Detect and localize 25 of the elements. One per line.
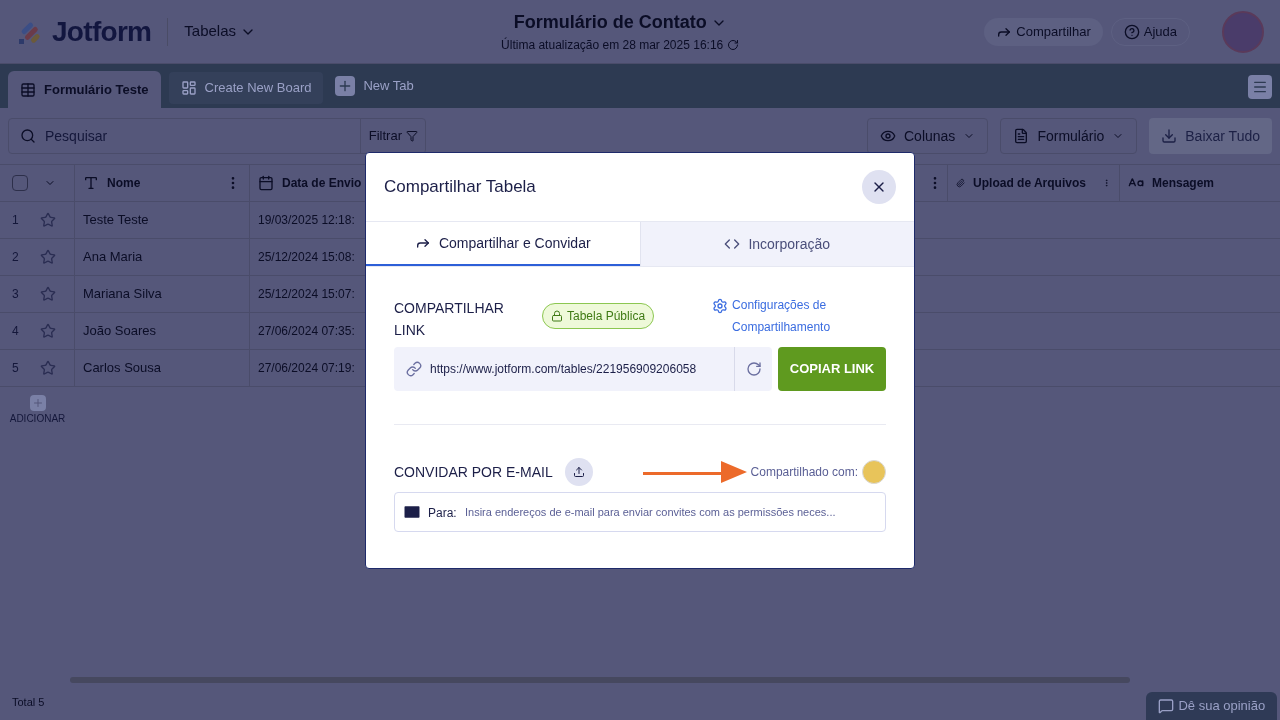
row-number: 2 bbox=[12, 249, 20, 266]
public-badge: Tabela Pública bbox=[542, 303, 655, 329]
form-title: Formulário de Contato bbox=[513, 11, 707, 34]
section-heading: COMPARTILHAR LINK bbox=[394, 299, 505, 340]
table-cell-text: Mariana Silva bbox=[83, 285, 162, 304]
last-updated-text: Última atualização em 28 mar 2025 16:16 bbox=[501, 36, 724, 54]
row-number: 1 bbox=[12, 212, 20, 229]
table-cell-text: 19/03/2025 12:18: bbox=[258, 212, 355, 229]
total-count: Total 5 bbox=[12, 694, 45, 710]
table-cell-text: 27/06/2024 07:19: bbox=[258, 360, 355, 377]
table-cell-text: 25/12/2024 15:07: bbox=[258, 286, 355, 303]
table-cell-text: 25/12/2024 15:08: bbox=[258, 249, 355, 266]
row-number: 3 bbox=[12, 286, 20, 303]
table-cell-text: Ana Maria bbox=[83, 248, 143, 267]
table-cell-text: 27/06/2024 07:35: bbox=[258, 323, 355, 340]
shared-with-label: Compartilhado com: bbox=[750, 464, 858, 481]
table-cell-text: João Soares bbox=[83, 322, 156, 341]
table-cell-text: Carlos Sousa bbox=[83, 359, 162, 378]
row-number: 5 bbox=[12, 360, 20, 377]
section-heading: CONVIDAR POR E-MAIL bbox=[394, 462, 553, 482]
table-cell-text: Teste Teste bbox=[83, 211, 149, 230]
logo-text: Jotform bbox=[52, 14, 152, 49]
row-number: 4 bbox=[12, 323, 20, 340]
to-label: Para: bbox=[428, 505, 457, 522]
dialog-title: Compartilhar Tabela bbox=[384, 176, 536, 199]
